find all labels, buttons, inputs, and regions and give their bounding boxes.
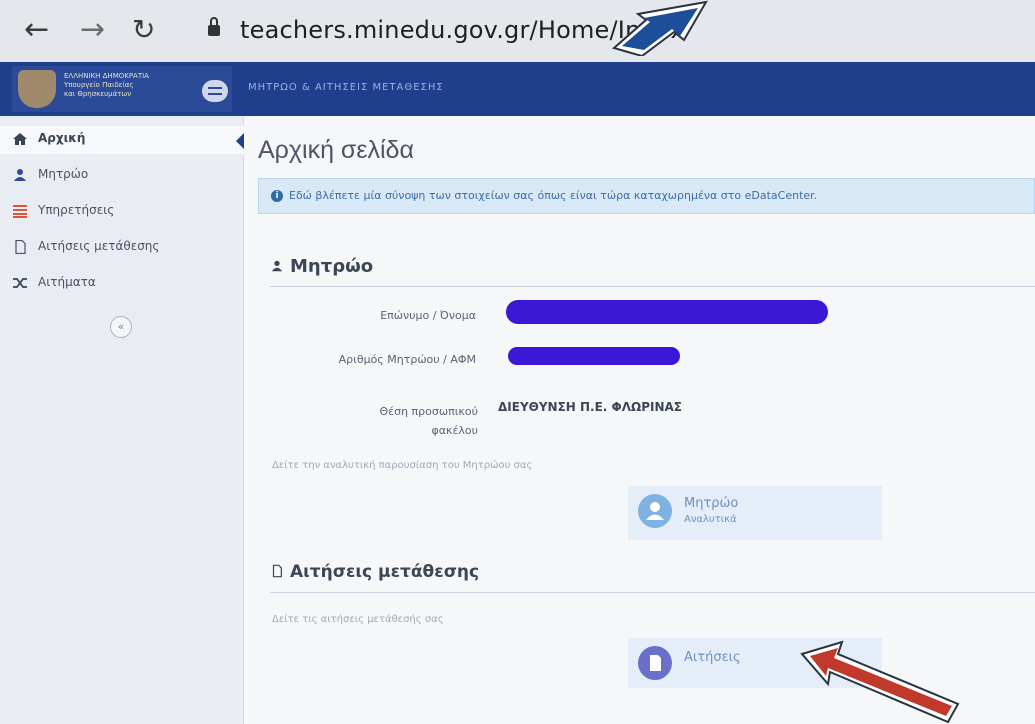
menu-toggle-icon[interactable] xyxy=(202,80,228,102)
reload-icon[interactable]: ↻ xyxy=(132,12,155,48)
info-alert: i Εδώ βλέπετε μία σύνοψη των στοιχείων σ… xyxy=(258,178,1035,214)
list-icon xyxy=(13,205,27,218)
info-icon: i xyxy=(271,190,283,202)
logo-text: ΕΛΛΗΝΙΚΗ ΔΗΜΟΚΡΑΤΙΑ Υπουργείο Παιδείας κ… xyxy=(64,72,149,98)
info-text: Εδώ βλέπετε μία σύνοψη των στοιχείων σας… xyxy=(289,189,818,202)
field-label-name: Επώνυμο / Όνομα xyxy=(380,309,476,322)
annotation-arrow-icon xyxy=(612,0,708,56)
sidebar-item-requests[interactable]: Αιτήματα xyxy=(0,270,244,298)
redacted-name xyxy=(506,300,828,324)
page-title: Αρχική σελίδα xyxy=(258,136,414,164)
file-location-value: ΔΙΕΥΘΥΝΣΗ Π.Ε. ΦΛΩΡΙΝΑΣ xyxy=(498,400,683,414)
forward-arrow-icon[interactable]: → xyxy=(80,12,105,48)
sidebar: Αρχική Μητρώο Υπηρετήσεις Αιτήσεις μετάθ… xyxy=(0,116,245,724)
user-icon xyxy=(271,260,283,272)
section-divider xyxy=(270,592,1035,593)
crest-icon xyxy=(18,70,56,108)
section-divider xyxy=(270,286,1035,287)
transfer-requests-heading: Αιτήσεις μετάθεσης xyxy=(270,562,479,582)
browser-toolbar: ← → ↻ teachers.minedu.gov.gr/Home/Index xyxy=(0,0,1035,62)
user-circle-icon xyxy=(638,494,672,528)
sidebar-item-registry[interactable]: Μητρώο xyxy=(0,162,244,190)
annotation-arrow-icon xyxy=(800,640,960,724)
sidebar-item-transfer-requests[interactable]: Αιτήσεις μετάθεσης xyxy=(0,234,244,262)
lock-icon[interactable] xyxy=(208,17,220,37)
file-icon xyxy=(272,564,282,578)
registry-heading: Μητρώο xyxy=(270,256,373,277)
app-header: ΕΛΛΗΝΙΚΗ ΔΗΜΟΚΡΑΤΙΑ Υπουργείο Παιδείας κ… xyxy=(0,62,1035,116)
shuffle-icon xyxy=(13,278,27,288)
sidebar-item-services[interactable]: Υπηρετήσεις xyxy=(0,198,244,226)
back-arrow-icon[interactable]: ← xyxy=(24,12,49,48)
file-circle-icon xyxy=(638,646,672,680)
transfers-hint: Δείτε τις αιτήσεις μετάθεσής σας xyxy=(272,614,444,625)
main-content: Αρχική σελίδα i Εδώ βλέπετε μία σύνοψη τ… xyxy=(244,116,1035,724)
collapse-sidebar-button[interactable]: « xyxy=(110,316,132,338)
redacted-registry-number xyxy=(508,347,680,365)
registry-hint: Δείτε την αναλυτική παρουσίαση του Μητρώ… xyxy=(272,460,533,471)
field-label-registry-number: Αριθμός Μητρώου / ΑΦΜ xyxy=(338,353,476,366)
user-icon xyxy=(14,169,26,181)
sidebar-item-home[interactable]: Αρχική xyxy=(0,126,245,154)
home-icon xyxy=(13,133,27,145)
registry-details-tile[interactable]: Μητρώο Αναλυτικά xyxy=(628,486,882,540)
app-title: ΜΗΤΡΩΟ & ΑΙΤΗΣΕΙΣ ΜΕΤΑΘΕΣΗΣ xyxy=(248,82,444,93)
ministry-logo[interactable]: ΕΛΛΗΝΙΚΗ ΔΗΜΟΚΡΑΤΙΑ Υπουργείο Παιδείας κ… xyxy=(12,66,232,112)
field-label-file-location: Θέση προσωπικού φακέλου xyxy=(379,405,478,437)
file-icon xyxy=(15,240,26,254)
